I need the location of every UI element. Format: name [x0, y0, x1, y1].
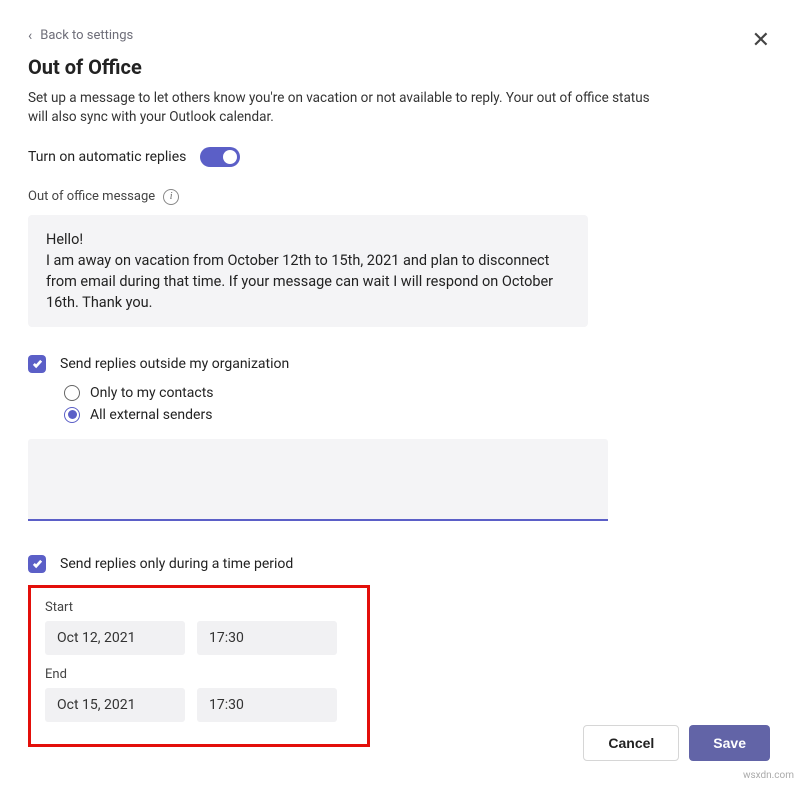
external-replies-checkbox-label: Send replies outside my organization	[60, 356, 289, 372]
ooo-message-textarea[interactable]: Hello! I am away on vacation from Octobe…	[28, 215, 588, 327]
start-time-value: 17:30	[209, 630, 244, 646]
time-period-checkbox-label: Send replies only during a time period	[60, 556, 293, 572]
chevron-left-icon: ‹	[28, 29, 32, 43]
check-icon	[32, 358, 43, 369]
save-button-label: Save	[713, 735, 746, 751]
back-to-settings-link[interactable]: ‹ Back to settings	[28, 28, 772, 43]
end-date-input[interactable]: Oct 15, 2021	[45, 688, 185, 722]
ooo-message-label: Out of office message	[28, 189, 155, 204]
end-date-value: Oct 15, 2021	[57, 697, 135, 713]
page-title: Out of Office	[28, 55, 772, 79]
radio-all-external[interactable]: All external senders	[64, 407, 772, 423]
radio-all-external-label: All external senders	[90, 407, 212, 423]
back-label: Back to settings	[40, 28, 133, 43]
auto-replies-toggle[interactable]	[200, 147, 240, 167]
radio-only-contacts-label: Only to my contacts	[90, 385, 214, 401]
cancel-button-label: Cancel	[608, 735, 654, 751]
ooo-message-text: Hello! I am away on vacation from Octobe…	[46, 231, 553, 311]
external-replies-checkbox[interactable]	[28, 355, 46, 373]
page-description: Set up a message to let others know you'…	[28, 89, 668, 127]
info-icon[interactable]: i	[163, 189, 179, 205]
close-button[interactable]: ✕	[752, 30, 770, 52]
cancel-button[interactable]: Cancel	[583, 725, 679, 761]
start-date-value: Oct 12, 2021	[57, 630, 135, 646]
start-label: Start	[45, 600, 353, 615]
time-period-highlight: Start Oct 12, 2021 17:30 End Oct 15, 202…	[28, 585, 370, 747]
check-icon	[32, 558, 43, 569]
start-date-input[interactable]: Oct 12, 2021	[45, 621, 185, 655]
radio-icon	[64, 407, 80, 423]
external-message-textarea[interactable]	[28, 439, 608, 521]
time-period-checkbox[interactable]	[28, 555, 46, 573]
radio-icon	[64, 385, 80, 401]
radio-only-contacts[interactable]: Only to my contacts	[64, 385, 772, 401]
close-icon: ✕	[752, 28, 770, 53]
start-time-input[interactable]: 17:30	[197, 621, 337, 655]
end-label: End	[45, 667, 353, 682]
end-time-input[interactable]: 17:30	[197, 688, 337, 722]
save-button[interactable]: Save	[689, 725, 770, 761]
auto-replies-toggle-label: Turn on automatic replies	[28, 149, 186, 165]
end-time-value: 17:30	[209, 697, 244, 713]
watermark: wsxdn.com	[743, 770, 794, 781]
